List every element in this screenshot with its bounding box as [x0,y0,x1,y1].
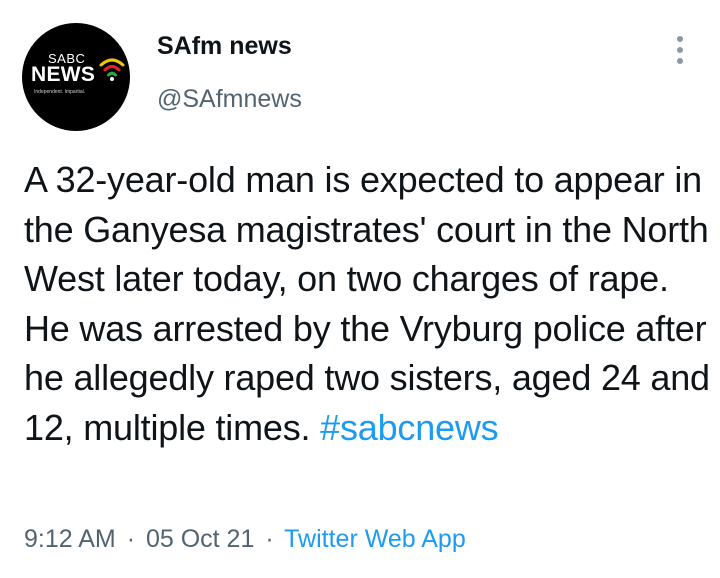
tweet-card: SABC NEWS Independent. Impartial. SAfm n… [0,0,720,578]
user-handle[interactable]: @SAfmnews [157,85,302,114]
more-options-icon[interactable] [670,36,690,70]
logo-tagline: Independent. Impartial. [34,89,86,95]
tweet-source-link[interactable]: Twitter Web App [284,525,466,553]
tweet-text: A 32-year-old man is expected to appear … [24,159,710,448]
logo-news-text: NEWS [31,63,96,86]
broadcast-waves-icon [99,58,125,81]
display-name[interactable]: SAfm news [157,32,292,61]
meta-separator: · [126,525,136,553]
tweet-body: A 32-year-old man is expected to appear … [24,155,714,452]
tweet-date[interactable]: 05 Oct 21 [146,525,254,553]
meta-separator: · [265,525,274,553]
tweet-meta: 9:12 AM · 05 Oct 21 · Twitter Web App [24,525,466,554]
hashtag-link[interactable]: #sabcnews [320,407,499,448]
tweet-time[interactable]: 9:12 AM [24,525,116,553]
avatar[interactable]: SABC NEWS Independent. Impartial. [22,23,130,131]
